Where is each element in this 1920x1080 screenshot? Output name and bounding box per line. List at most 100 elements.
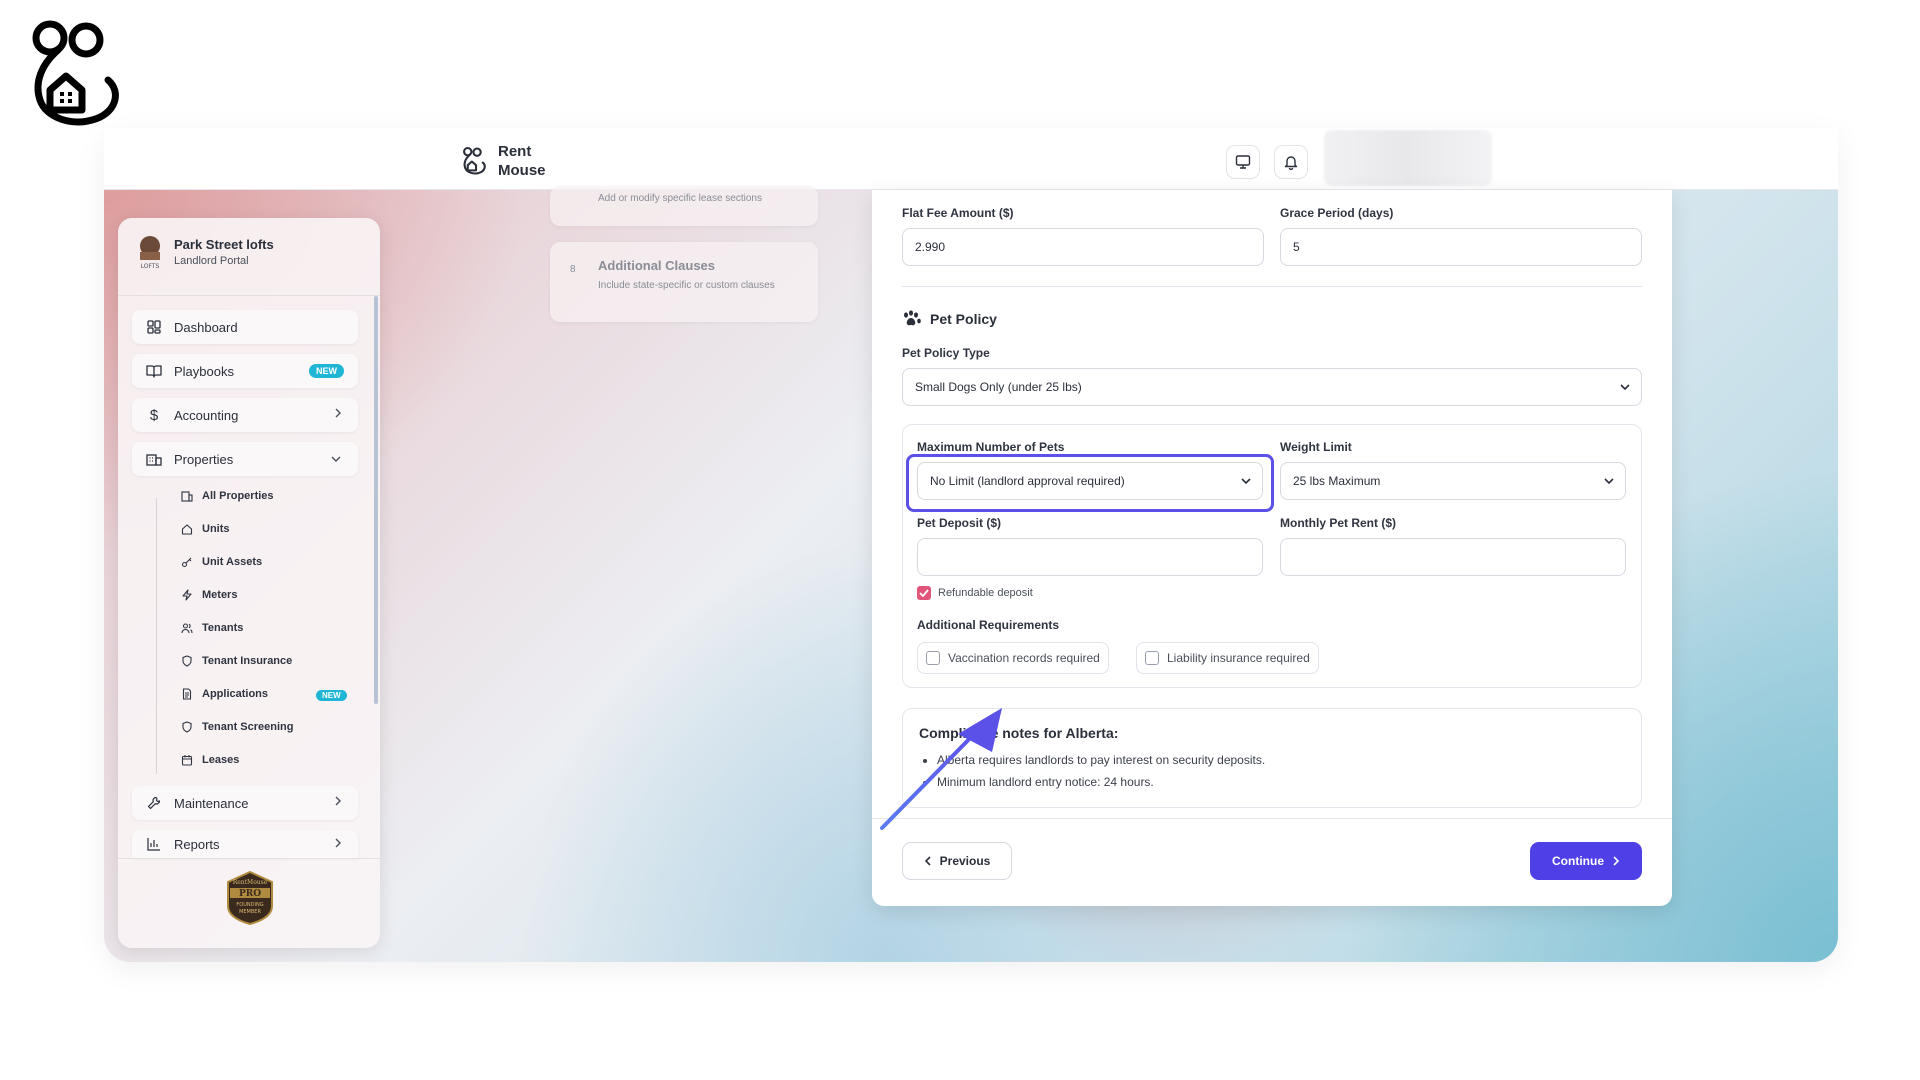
step-card-additional-clauses[interactable]: 8 Additional Clauses Include state-speci… (550, 242, 818, 322)
refundable-deposit-checkbox[interactable] (917, 586, 931, 600)
max-pets-label: Maximum Number of Pets (917, 440, 1065, 454)
sidebar-subitem-tenant-screening[interactable]: Tenant Screening (180, 717, 293, 737)
chevron-right-icon (335, 408, 341, 418)
key-icon (180, 555, 194, 569)
pet-policy-type-value: Small Dogs Only (under 25 lbs) (915, 380, 1082, 394)
sidebar-subitem-leases[interactable]: Leases (180, 750, 239, 770)
sidebar-subitem-all-properties[interactable]: All Properties (180, 486, 274, 506)
app-logo[interactable]: Rent Mouse (462, 142, 558, 180)
bar-chart-icon (146, 836, 162, 852)
svg-text:FOUNDING: FOUNDING (236, 902, 263, 908)
property-header[interactable]: LOFTS Park Street lofts Landlord Portal (136, 234, 274, 270)
svg-text:LOFTS: LOFTS (141, 263, 160, 270)
sidebar-subitem-units[interactable]: Units (180, 519, 230, 539)
sidebar-subitem-label: Applications (202, 688, 269, 700)
sidebar-subitem-label: Tenant Screening (202, 721, 294, 733)
previous-button[interactable]: Previous (902, 842, 1012, 880)
refundable-deposit-label: Refundable deposit (938, 587, 1033, 599)
sidebar-scrollbar[interactable] (374, 296, 378, 704)
continue-button[interactable]: Continue (1530, 842, 1642, 880)
bell-icon (1284, 156, 1298, 170)
step-card-lease-sections[interactable]: Add or modify specific lease sections (550, 186, 818, 226)
flat-fee-input[interactable]: 2.990 (902, 228, 1264, 266)
property-name: Park Street lofts (174, 237, 274, 252)
pet-policy-type-select[interactable]: Small Dogs Only (under 25 lbs) (902, 368, 1642, 406)
liability-insurance-checkbox[interactable]: Liability insurance required (1136, 642, 1319, 674)
sidebar-item-label: Properties (174, 451, 234, 467)
sidebar-subitem-label: All Properties (202, 490, 274, 502)
wrench-icon (146, 795, 162, 811)
dashboard-grid-icon (146, 319, 162, 335)
sidebar-item-label: Dashboard (174, 319, 238, 335)
sidebar-subitem-applications[interactable]: Applications (180, 684, 268, 704)
step-number: 8 (570, 264, 576, 275)
submenu-guide-line (156, 498, 157, 774)
sidebar-subitem-label: Meters (202, 589, 238, 601)
sidebar-item-playbooks[interactable]: Playbooks NEW (132, 354, 358, 388)
monitor-button[interactable] (1226, 145, 1260, 179)
sidebar-subitem-tenants[interactable]: Tenants (180, 618, 243, 638)
sidebar-subitem-label: Units (202, 523, 230, 535)
sidebar-item-reports[interactable]: Reports (132, 830, 358, 858)
grace-period-input[interactable]: 5 (1280, 228, 1642, 266)
sidebar-item-accounting[interactable]: $ Accounting (132, 398, 358, 432)
pet-deposit-input[interactable] (917, 538, 1263, 576)
sidebar-item-properties[interactable]: Properties (132, 442, 358, 476)
book-icon (146, 363, 162, 379)
weight-limit-value: 25 lbs Maximum (1293, 474, 1381, 488)
sidebar-item-dashboard[interactable]: Dashboard (132, 310, 358, 344)
rent-mouse-logo-icon (463, 146, 486, 175)
sidebar-item-label: Maintenance (174, 795, 249, 811)
building-icon (180, 489, 194, 503)
flat-fee-value: 2.990 (915, 240, 946, 254)
shield-icon (180, 720, 194, 734)
vaccination-label: Vaccination records required (948, 651, 1100, 665)
document-icon (180, 687, 194, 701)
monthly-pet-rent-label: Monthly Pet Rent ($) (1280, 516, 1396, 530)
liability-label: Liability insurance required (1167, 651, 1310, 665)
app-window: Rent Mouse LOFTS Park Street lofts Landl… (104, 128, 1838, 962)
chevron-down-icon (331, 456, 341, 462)
compliance-note: Minimum landlord entry notice: 24 hours. (937, 771, 1625, 793)
chevron-down-icon (1620, 384, 1630, 391)
pro-founding-member-badge: RentMouse PRO FOUNDING MEMBER (227, 870, 273, 926)
shield-icon (180, 654, 194, 668)
svg-text:PRO: PRO (239, 889, 261, 899)
sidebar-subitem-tenant-insurance[interactable]: Tenant Insurance (180, 651, 292, 671)
dollar-icon: $ (149, 406, 159, 424)
vaccination-records-checkbox[interactable]: Vaccination records required (917, 642, 1109, 674)
notifications-button[interactable] (1274, 145, 1308, 179)
building-icon (146, 451, 162, 467)
weight-limit-label: Weight Limit (1280, 440, 1352, 454)
calendar-icon (180, 753, 194, 767)
svg-text:RentMouse: RentMouse (233, 879, 268, 886)
property-avatar: LOFTS (140, 236, 160, 270)
top-bar: Rent Mouse (104, 128, 1838, 190)
sidebar-subitem-unit-assets[interactable]: Unit Assets (180, 552, 262, 572)
chevron-left-icon (924, 856, 931, 866)
chevron-right-icon (335, 838, 341, 848)
grace-period-label: Grace Period (days) (1280, 206, 1394, 220)
divider (902, 286, 1642, 287)
sidebar-subitem-label: Unit Assets (202, 556, 263, 568)
pet-deposit-label: Pet Deposit ($) (917, 516, 1002, 530)
sidebar-subitem-meters[interactable]: Meters (180, 585, 237, 605)
sidebar: LOFTS Park Street lofts Landlord Portal … (118, 218, 380, 948)
chevron-right-icon (1613, 856, 1620, 866)
svg-text:MEMBER: MEMBER (239, 909, 261, 915)
monthly-pet-rent-input[interactable] (1280, 538, 1626, 576)
weight-limit-select[interactable]: 25 lbs Maximum (1280, 462, 1626, 500)
sidebar-item-maintenance[interactable]: Maintenance (132, 786, 358, 820)
sidebar-item-label: Playbooks (174, 363, 234, 379)
content-area: LOFTS Park Street lofts Landlord Portal … (104, 186, 1838, 962)
lightning-icon (180, 588, 194, 602)
sidebar-subitem-label: Tenants (202, 622, 244, 634)
grace-period-value: 5 (1293, 240, 1300, 254)
user-menu-blurred[interactable] (1324, 130, 1492, 186)
checkbox-icon (926, 651, 940, 665)
flat-fee-label: Flat Fee Amount ($) (902, 206, 1014, 220)
new-badge: NEW (316, 690, 347, 701)
compliance-note: Alberta requires landlords to pay intere… (937, 749, 1625, 771)
sidebar-item-label: Accounting (174, 407, 239, 423)
portal-label: Landlord Portal (174, 255, 249, 267)
